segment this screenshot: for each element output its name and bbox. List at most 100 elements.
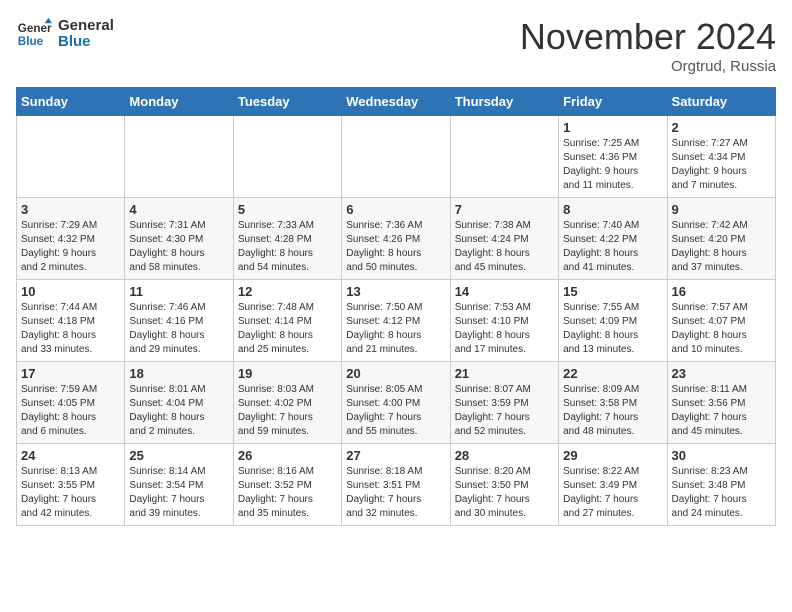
day-info: Sunrise: 8:20 AM Sunset: 3:50 PM Dayligh… xyxy=(455,465,554,521)
day-cell: 24Sunrise: 8:13 AM Sunset: 3:55 PM Dayli… xyxy=(17,444,125,526)
day-info: Sunrise: 7:44 AM Sunset: 4:18 PM Dayligh… xyxy=(21,301,120,357)
day-number: 25 xyxy=(129,448,228,463)
day-cell: 16 Sunrise: 7:57 AM Sunset: 4:07 PM Dayli… xyxy=(667,280,775,362)
day-number: 28 xyxy=(455,448,554,463)
day-cell: 10 Sunrise: 7:44 AM Sunset: 4:18 PM Dayli… xyxy=(17,280,125,362)
day-number: 4 xyxy=(129,202,228,217)
day-info: Sunrise: 7:50 AM Sunset: 4:12 PM Dayligh… xyxy=(346,301,445,357)
day-number: 12 xyxy=(238,284,337,299)
day-number: 15 xyxy=(563,284,662,299)
page-header: General Blue General Blue November 2024 … xyxy=(16,16,776,75)
day-info: Sunrise: 7:57 AM Sunset: 4:07 PM Dayligh… xyxy=(672,301,771,357)
location: Orgtrud, Russia xyxy=(520,58,776,75)
day-info: Sunrise: 7:33 AM Sunset: 4:28 PM Dayligh… xyxy=(238,219,337,275)
day-cell: 11 Sunrise: 7:46 AM Sunset: 4:16 PM Dayli… xyxy=(125,280,233,362)
day-info: Sunrise: 8:14 AM Sunset: 3:54 PM Dayligh… xyxy=(129,465,228,521)
day-info: Sunrise: 8:05 AM Sunset: 4:00 PM Dayligh… xyxy=(346,383,445,439)
day-cell: 18Sunrise: 8:01 AM Sunset: 4:04 PM Dayli… xyxy=(125,362,233,444)
day-info: Sunrise: 8:11 AM Sunset: 3:56 PM Dayligh… xyxy=(672,383,771,439)
day-cell xyxy=(125,116,233,198)
day-number: 9 xyxy=(672,202,771,217)
day-cell: 3Sunrise: 7:29 AM Sunset: 4:32 PM Daylig… xyxy=(17,198,125,280)
day-cell: 22 Sunrise: 8:09 AM Sunset: 3:58 PM Dayli… xyxy=(559,362,667,444)
day-cell: 21 Sunrise: 8:07 AM Sunset: 3:59 PM Dayli… xyxy=(450,362,558,444)
day-cell: 13 Sunrise: 7:50 AM Sunset: 4:12 PM Dayli… xyxy=(342,280,450,362)
logo: General Blue General Blue xyxy=(16,16,114,52)
svg-text:Blue: Blue xyxy=(18,35,44,48)
week-row-4: 17Sunrise: 7:59 AM Sunset: 4:05 PM Dayli… xyxy=(17,362,776,444)
day-number: 13 xyxy=(346,284,445,299)
day-number: 30 xyxy=(672,448,771,463)
day-cell: 2 Sunrise: 7:27 AM Sunset: 4:34 PM Daylig… xyxy=(667,116,775,198)
week-row-5: 24Sunrise: 8:13 AM Sunset: 3:55 PM Dayli… xyxy=(17,444,776,526)
day-number: 21 xyxy=(455,366,554,381)
day-number: 10 xyxy=(21,284,120,299)
day-number: 16 xyxy=(672,284,771,299)
day-number: 20 xyxy=(346,366,445,381)
day-info: Sunrise: 7:59 AM Sunset: 4:05 PM Dayligh… xyxy=(21,383,120,439)
col-header-thursday: Thursday xyxy=(450,88,558,116)
day-info: Sunrise: 7:46 AM Sunset: 4:16 PM Dayligh… xyxy=(129,301,228,357)
calendar-table: SundayMondayTuesdayWednesdayThursdayFrid… xyxy=(16,87,776,526)
day-info: Sunrise: 7:40 AM Sunset: 4:22 PM Dayligh… xyxy=(563,219,662,275)
day-number: 22 xyxy=(563,366,662,381)
day-info: Sunrise: 8:09 AM Sunset: 3:58 PM Dayligh… xyxy=(563,383,662,439)
day-info: Sunrise: 7:27 AM Sunset: 4:34 PM Dayligh… xyxy=(672,137,771,193)
day-cell: 8 Sunrise: 7:40 AM Sunset: 4:22 PM Daylig… xyxy=(559,198,667,280)
day-number: 26 xyxy=(238,448,337,463)
day-cell: 1 Sunrise: 7:25 AM Sunset: 4:36 PM Daylig… xyxy=(559,116,667,198)
day-info: Sunrise: 7:55 AM Sunset: 4:09 PM Dayligh… xyxy=(563,301,662,357)
day-info: Sunrise: 7:31 AM Sunset: 4:30 PM Dayligh… xyxy=(129,219,228,275)
day-cell: 30 Sunrise: 8:23 AM Sunset: 3:48 PM Dayli… xyxy=(667,444,775,526)
day-cell: 5 Sunrise: 7:33 AM Sunset: 4:28 PM Daylig… xyxy=(233,198,341,280)
day-cell: 4 Sunrise: 7:31 AM Sunset: 4:30 PM Daylig… xyxy=(125,198,233,280)
day-cell: 26 Sunrise: 8:16 AM Sunset: 3:52 PM Dayli… xyxy=(233,444,341,526)
day-number: 8 xyxy=(563,202,662,217)
week-row-2: 3Sunrise: 7:29 AM Sunset: 4:32 PM Daylig… xyxy=(17,198,776,280)
day-number: 27 xyxy=(346,448,445,463)
logo-general: General xyxy=(58,18,114,35)
day-info: Sunrise: 7:53 AM Sunset: 4:10 PM Dayligh… xyxy=(455,301,554,357)
day-info: Sunrise: 8:23 AM Sunset: 3:48 PM Dayligh… xyxy=(672,465,771,521)
day-info: Sunrise: 8:07 AM Sunset: 3:59 PM Dayligh… xyxy=(455,383,554,439)
day-number: 11 xyxy=(129,284,228,299)
day-cell: 6Sunrise: 7:36 AM Sunset: 4:26 PM Daylig… xyxy=(342,198,450,280)
day-cell: 25 Sunrise: 8:14 AM Sunset: 3:54 PM Dayli… xyxy=(125,444,233,526)
day-number: 23 xyxy=(672,366,771,381)
col-header-monday: Monday xyxy=(125,88,233,116)
day-number: 14 xyxy=(455,284,554,299)
logo-blue: Blue xyxy=(58,34,114,51)
col-header-sunday: Sunday xyxy=(17,88,125,116)
day-number: 1 xyxy=(563,120,662,135)
day-number: 5 xyxy=(238,202,337,217)
day-cell xyxy=(450,116,558,198)
day-number: 19 xyxy=(238,366,337,381)
day-number: 29 xyxy=(563,448,662,463)
day-cell: 17Sunrise: 7:59 AM Sunset: 4:05 PM Dayli… xyxy=(17,362,125,444)
week-row-1: 1 Sunrise: 7:25 AM Sunset: 4:36 PM Daylig… xyxy=(17,116,776,198)
day-cell: 23 Sunrise: 8:11 AM Sunset: 3:56 PM Dayli… xyxy=(667,362,775,444)
col-header-saturday: Saturday xyxy=(667,88,775,116)
day-info: Sunrise: 8:16 AM Sunset: 3:52 PM Dayligh… xyxy=(238,465,337,521)
day-number: 18 xyxy=(129,366,228,381)
day-info: Sunrise: 8:03 AM Sunset: 4:02 PM Dayligh… xyxy=(238,383,337,439)
day-cell: 27Sunrise: 8:18 AM Sunset: 3:51 PM Dayli… xyxy=(342,444,450,526)
day-cell xyxy=(233,116,341,198)
day-number: 6 xyxy=(346,202,445,217)
day-info: Sunrise: 7:25 AM Sunset: 4:36 PM Dayligh… xyxy=(563,137,662,193)
day-cell xyxy=(342,116,450,198)
day-cell: 9 Sunrise: 7:42 AM Sunset: 4:20 PM Daylig… xyxy=(667,198,775,280)
col-header-friday: Friday xyxy=(559,88,667,116)
svg-text:General: General xyxy=(18,22,52,35)
day-cell: 20 Sunrise: 8:05 AM Sunset: 4:00 PM Dayli… xyxy=(342,362,450,444)
day-cell: 29Sunrise: 8:22 AM Sunset: 3:49 PM Dayli… xyxy=(559,444,667,526)
month-title: November 2024 xyxy=(520,16,776,58)
day-number: 7 xyxy=(455,202,554,217)
day-cell: 7Sunrise: 7:38 AM Sunset: 4:24 PM Daylig… xyxy=(450,198,558,280)
title-block: November 2024 Orgtrud, Russia xyxy=(520,16,776,75)
week-row-3: 10 Sunrise: 7:44 AM Sunset: 4:18 PM Dayli… xyxy=(17,280,776,362)
day-number: 2 xyxy=(672,120,771,135)
col-header-wednesday: Wednesday xyxy=(342,88,450,116)
day-info: Sunrise: 7:42 AM Sunset: 4:20 PM Dayligh… xyxy=(672,219,771,275)
day-cell: 12Sunrise: 7:48 AM Sunset: 4:14 PM Dayli… xyxy=(233,280,341,362)
